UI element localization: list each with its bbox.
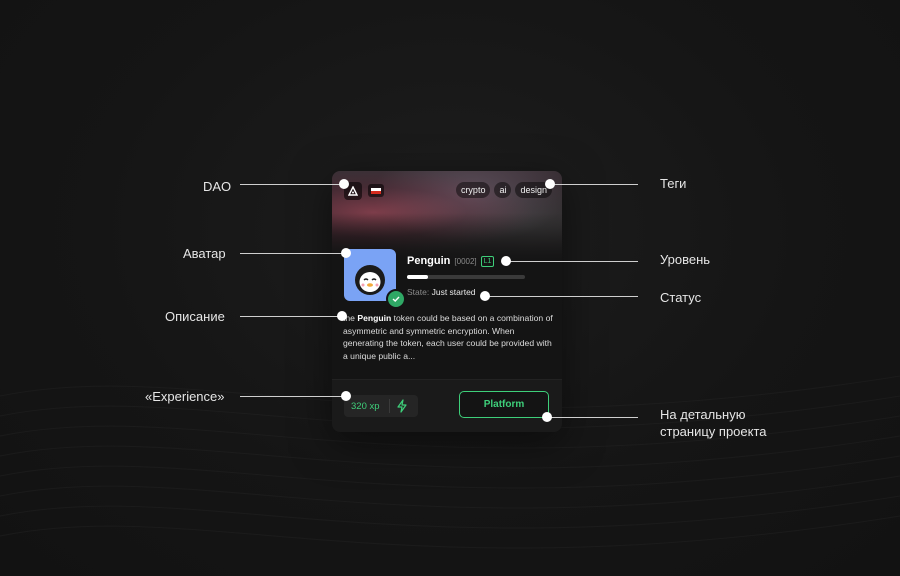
annotation-avatar: Аватар: [183, 246, 226, 261]
progress-fill: [407, 275, 429, 279]
tag-chip[interactable]: ai: [494, 182, 512, 198]
annotation-experience: «Experience»: [145, 389, 225, 404]
lightning-icon: [396, 399, 408, 413]
project-card[interactable]: crypto ai design Penguin [0002] L1 State…: [332, 171, 562, 432]
project-name[interactable]: Penguin: [407, 255, 450, 267]
tag-chip[interactable]: crypto: [455, 182, 491, 198]
connector-description: [240, 316, 342, 317]
marker-dot: [480, 291, 490, 301]
connector-avatar: [240, 253, 346, 254]
xp-divider: [389, 399, 390, 413]
status-text: State: Just started: [407, 287, 476, 297]
card-footer: 320 xp Platform: [332, 379, 562, 432]
progress-bar: [407, 275, 525, 279]
project-code: [0002]: [454, 256, 477, 266]
annotation-status: Статус: [660, 290, 702, 305]
project-description: the Penguin token could be based on a co…: [343, 312, 553, 362]
verified-badge: [386, 289, 406, 309]
annotation-detail-page: На детальную страницу проекта: [660, 406, 767, 440]
annotation-tags: Теги: [660, 176, 687, 191]
flag-icon: [368, 184, 384, 197]
marker-dot: [542, 412, 552, 422]
connector-status: [485, 296, 638, 297]
avatar: [344, 249, 406, 309]
check-icon: [392, 296, 400, 302]
connector-tags: [550, 184, 638, 185]
platform-button[interactable]: Platform: [459, 391, 549, 418]
status-value: Just started: [431, 287, 476, 297]
marker-dot: [501, 256, 511, 266]
experience-chip[interactable]: 320 xp: [344, 395, 418, 417]
annotation-dao: DAO: [203, 179, 232, 194]
marker-dot: [337, 311, 347, 321]
marker-dot: [545, 179, 555, 189]
connector-level: [506, 261, 638, 262]
xp-value: 320 xp: [351, 400, 380, 412]
level-badge: L1: [480, 255, 495, 267]
connector-detail: [547, 417, 638, 418]
annotation-detail-line2: страницу проекта: [660, 424, 767, 439]
annotation-detail-line1: На детальную: [660, 407, 746, 422]
marker-dot: [339, 179, 349, 189]
status-label: State:: [407, 287, 430, 297]
connector-experience: [240, 396, 346, 397]
annotation-description: Описание: [165, 309, 225, 324]
description-bold: Penguin: [357, 313, 392, 323]
title-row: Penguin [0002] L1: [407, 255, 495, 267]
marker-dot: [341, 248, 351, 258]
annotation-level: Уровень: [660, 252, 711, 267]
tag-list: crypto ai design: [455, 182, 552, 198]
connector-dao: [240, 184, 344, 185]
marker-dot: [341, 391, 351, 401]
